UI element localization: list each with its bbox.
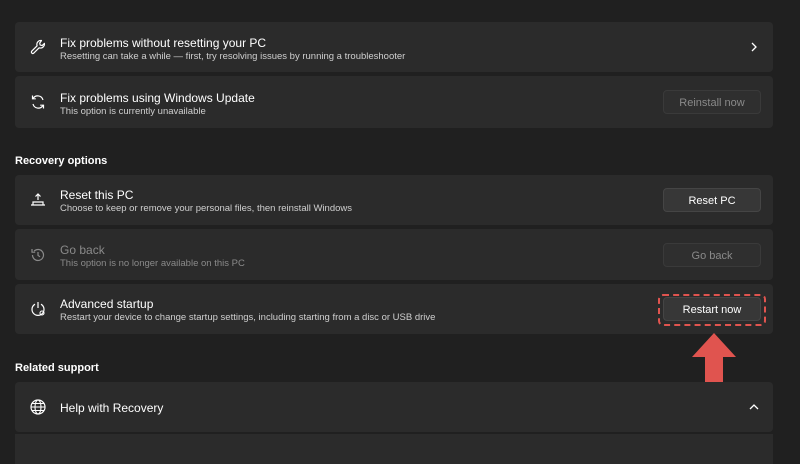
restart-now-highlight — [658, 294, 766, 326]
go-back-button[interactable]: Go back — [663, 243, 761, 267]
windows-update-title: Fix problems using Windows Update — [60, 91, 255, 105]
reset-pc-button[interactable]: Reset PC — [663, 188, 761, 212]
windows-update-subtitle: This option is currently unavailable — [60, 106, 206, 117]
reset-pc-title: Reset this PC — [60, 188, 134, 202]
wrench-icon — [30, 39, 46, 55]
windows-update-card: Fix problems using Windows Update This o… — [15, 76, 773, 128]
help-with-recovery-card[interactable]: Help with Recovery — [15, 382, 773, 432]
go-back-title: Go back — [60, 243, 105, 257]
go-back-card: Go back This option is no longer availab… — [15, 229, 773, 280]
chevron-up-icon[interactable] — [749, 402, 759, 412]
annotation-arrow-icon — [692, 333, 736, 389]
reset-pc-icon — [31, 193, 45, 206]
advanced-startup-subtitle: Restart your device to change startup se… — [60, 312, 436, 323]
reinstall-now-button[interactable]: Reinstall now — [663, 90, 761, 114]
related-support-heading: Related support — [15, 362, 99, 374]
go-back-subtitle: This option is no longer available on th… — [60, 258, 245, 269]
chevron-right-icon[interactable] — [749, 42, 759, 52]
globe-icon — [30, 399, 46, 415]
recovery-options-heading: Recovery options — [15, 155, 108, 167]
advanced-startup-icon — [31, 302, 45, 316]
reset-pc-subtitle: Choose to keep or remove your personal f… — [60, 203, 353, 214]
help-with-recovery-title: Help with Recovery — [60, 401, 164, 415]
troubleshooter-title: Fix problems without resetting your PC — [60, 36, 267, 50]
help-expanded-panel — [15, 434, 773, 464]
reset-pc-card: Reset this PC Choose to keep or remove y… — [15, 175, 773, 225]
history-icon — [31, 248, 45, 262]
troubleshooter-subtitle: Resetting can take a while — first, try … — [60, 51, 406, 62]
troubleshooter-card[interactable]: Fix problems without resetting your PC R… — [15, 22, 773, 72]
sync-icon — [31, 95, 45, 109]
advanced-startup-title: Advanced startup — [60, 297, 154, 311]
